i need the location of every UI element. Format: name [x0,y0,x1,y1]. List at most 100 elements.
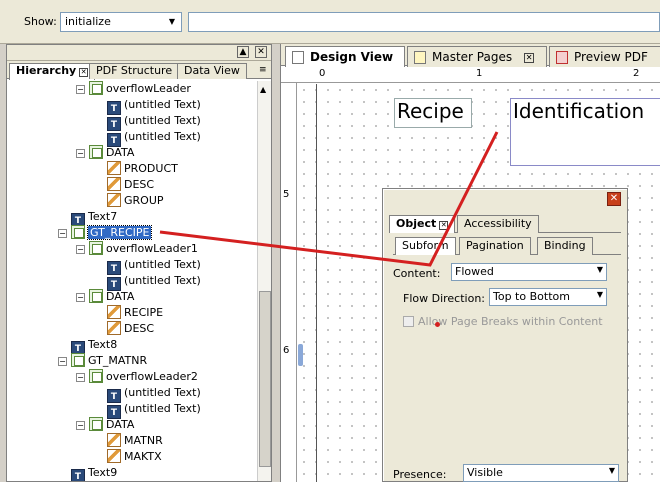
tree-item[interactable]: T (untitled Text) [107,273,201,291]
tree-item-label: overflowLeader [106,82,191,95]
tree-item[interactable]: DESC [107,321,154,337]
tree-item[interactable]: GROUP [107,193,164,209]
collapse-icon[interactable]: − [76,293,85,302]
tree-item[interactable]: T (untitled Text) [107,97,201,115]
ruler-mark-5: 5 [283,189,290,200]
close-tab-icon[interactable]: ✕ [79,68,89,77]
tree-item-label: (untitled Text) [124,98,201,111]
panel-titlebar: ▲ ✕ [7,45,271,61]
tab-accessibility[interactable]: Accessibility [457,215,539,233]
tab-preview-pdf[interactable]: Preview PDF [549,46,660,67]
design-view-icon [292,51,304,64]
identification-label: Identification [513,99,645,123]
tab-subform[interactable]: Subform [395,237,456,255]
chevron-down-icon[interactable]: ▼ [165,15,179,29]
tree-item-label: DATA [106,418,135,431]
tab-binding[interactable]: Binding [537,237,593,255]
collapse-icon[interactable]: − [76,85,85,94]
tree-item-label: overflowLeader1 [106,242,198,255]
tree-item[interactable]: T (untitled Text) [107,401,201,419]
vertical-ruler: 5 6 [281,83,297,482]
page-breaks-option[interactable]: Allow Page Breaks within Content [403,315,603,328]
ruler-mark-2: 2 [633,68,640,79]
subform-icon [71,353,85,367]
collapse-icon[interactable]: − [76,245,85,254]
tree-item[interactable]: T Text8 [71,337,117,355]
tree-item-label: GT_RECIPE [86,225,153,240]
tree-item[interactable]: − overflowLeader1 [76,241,198,257]
palette-close-icon[interactable]: ✕ [607,192,621,206]
recipe-label-field[interactable]: Recipe [394,98,472,128]
ruler-mark-0: 0 [319,68,326,79]
tab-data-view[interactable]: Data View [177,63,247,79]
tab-hierarchy[interactable]: Hierarchy ✕ [9,63,96,80]
tree-item[interactable]: − DATA [76,289,134,305]
subform-icon [89,289,103,303]
tree-item-label: RECIPE [124,306,164,319]
presence-select[interactable]: Visible ▼ [463,464,619,482]
tab-preview-pdf-label: Preview PDF [574,50,648,64]
tree-item-label: DESC [124,322,155,335]
close-tab-icon[interactable]: ✕ [439,221,449,230]
tree-item[interactable]: T (untitled Text) [107,129,201,147]
panel-menu-icon[interactable]: ▲ [237,46,249,58]
identification-field[interactable]: Identification [510,98,660,166]
splitter-handle[interactable] [298,344,303,366]
tree-item-label: DATA [106,146,135,159]
panel-close-icon[interactable]: ✕ [255,46,267,58]
collapse-icon[interactable]: − [76,149,85,158]
tab-design-view[interactable]: Design View [285,46,405,67]
tree-item[interactable]: T (untitled Text) [107,385,201,403]
tree-item[interactable]: T Text9 [71,465,117,481]
collapse-icon[interactable]: − [58,229,67,238]
tree-item-label: Text9 [88,466,118,479]
script-editor-field[interactable] [188,12,660,32]
page-breaks-checkbox[interactable] [403,316,414,327]
tab-pdf-structure-label: PDF Structure [96,64,173,77]
tree-scrollbar[interactable]: ▲ [257,81,271,481]
tree-item[interactable]: T (untitled Text) [107,257,201,275]
tree-item-label: (untitled Text) [124,130,201,143]
tree-item[interactable]: RECIPE [107,305,163,321]
tree-item[interactable]: − DATA [76,417,135,433]
tree-item-label: (untitled Text) [124,386,201,399]
close-tab-icon[interactable]: ✕ [524,53,535,63]
palette-titlebar[interactable]: ✕ [383,189,627,209]
tree-item[interactable]: PRODUCT [107,161,178,177]
tree-item[interactable]: MAKTX [107,449,162,465]
tab-object[interactable]: Object ✕ [389,215,456,233]
collapse-icon[interactable]: − [76,373,85,382]
top-toolbar: Show: initialize ▼ [0,0,660,44]
field-icon [107,321,121,335]
scrollbar-thumb[interactable] [259,291,271,467]
content-select[interactable]: Flowed ▼ [451,263,607,281]
tree-item-label: overflowLeader2 [106,370,198,383]
tab-master-pages[interactable]: Master Pages ✕ [407,46,547,67]
content-value: Flowed [455,265,494,278]
tree-item-label: (untitled Text) [124,274,201,287]
collapse-icon[interactable]: − [76,421,85,430]
flow-direction-select[interactable]: Top to Bottom ▼ [489,288,607,306]
tree-item[interactable]: T Text7 [71,209,117,227]
field-icon [107,161,121,175]
tree-item[interactable]: − GT_MATNR [58,353,147,369]
tree-item[interactable]: MATNR [107,433,163,449]
tree-item-label: (untitled Text) [124,114,201,127]
tab-subform-label: Subform [402,239,449,252]
tab-pagination-label: Pagination [466,239,524,252]
show-event-select[interactable]: initialize ▼ [60,12,182,32]
content-label: Content: [393,267,441,280]
collapse-icon[interactable]: − [58,357,67,366]
subform-tabs: Subform Pagination Binding [393,237,621,255]
panel-options-icon[interactable]: ≡ [259,65,267,75]
tree-item[interactable]: − overflowLeader2 [76,369,198,385]
tab-pdf-structure[interactable]: PDF Structure [89,63,180,79]
tree-item[interactable]: − GT_RECIPE [58,225,153,241]
tab-pagination[interactable]: Pagination [459,237,531,255]
tree-item[interactable]: − DATA [76,145,135,161]
scroll-up-icon[interactable]: ▲ [260,85,266,94]
tree-item-label: GROUP [124,194,164,207]
tree-item[interactable]: − overflowLeader [76,81,191,97]
tree-item[interactable]: DESC [107,177,154,193]
tree-item[interactable]: T (untitled Text) [107,113,201,131]
